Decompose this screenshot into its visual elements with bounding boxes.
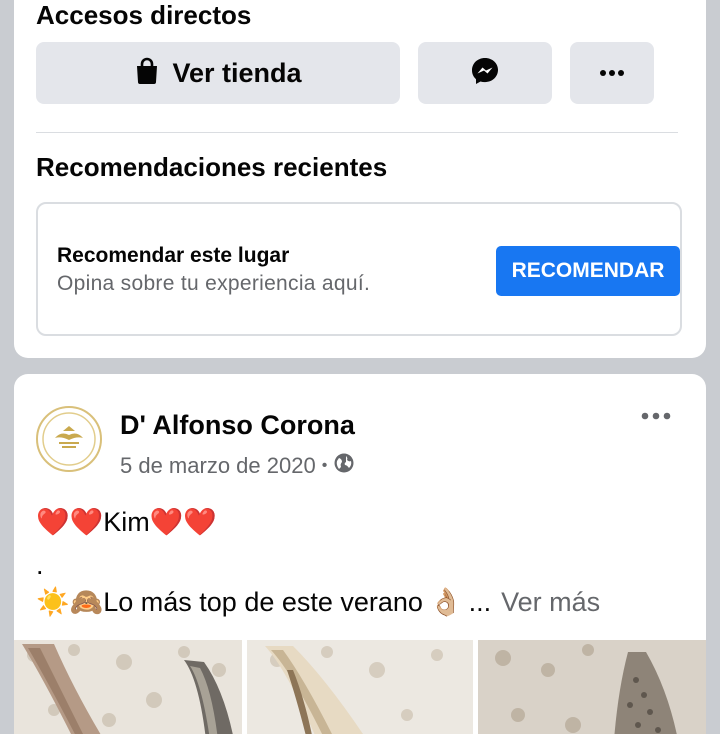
more-options-button[interactable] [570, 42, 654, 104]
shopping-bag-icon [134, 57, 160, 90]
post-text-line-1: ❤️ ❤️ Kim ❤️ ❤️ [36, 506, 217, 538]
recommend-prompt-box: Recomendar este lugar Opina sobre tu exp… [36, 202, 682, 336]
recommend-prompt-subtitle: Opina sobre tu experiencia aquí. [57, 272, 371, 295]
globe-icon [333, 452, 355, 480]
post-author[interactable]: D' Alfonso Corona [120, 410, 355, 441]
post-card: D' Alfonso Corona 5 de marzo de 2020 • ❤… [14, 374, 706, 734]
view-shop-label: Ver tienda [172, 57, 302, 88]
view-shop-button[interactable]: Ver tienda [36, 42, 400, 104]
avatar[interactable] [36, 406, 102, 472]
post-date[interactable]: 5 de marzo de 2020 [120, 453, 316, 479]
sun-emoji: ☀️ [36, 587, 70, 617]
recommend-button[interactable]: RECOMENDAR [496, 246, 680, 296]
page-info-card: Accesos directos Ver tienda Recomendacio… [14, 0, 706, 358]
hearts-emoji: ❤️ [149, 507, 184, 537]
messenger-icon [470, 56, 500, 91]
hearts-emoji: ❤️ [69, 507, 104, 537]
meta-separator: • [321, 457, 328, 474]
post-more-options-icon[interactable] [640, 408, 672, 426]
hearts-emoji: ❤️ [183, 507, 217, 537]
more-dots-icon [599, 64, 625, 82]
ok-hand-emoji: 👌🏼 [428, 587, 463, 617]
brand-logo [42, 412, 96, 466]
post-text-line-2: . [36, 550, 44, 580]
see-more-link[interactable]: Ver más [501, 587, 600, 618]
recommendations-title: Recomendaciones recientes [36, 152, 388, 182]
divider [36, 132, 678, 133]
ellipsis: ... [468, 586, 492, 617]
post-name-text: Kim [103, 506, 150, 537]
post-text-line-3: ☀️ 🙈 Lo más top de este verano 👌🏼 ... Ve… [36, 586, 600, 618]
shortcuts-title: Accesos directos [36, 0, 252, 30]
monkey-emoji: 🙈 [69, 587, 104, 617]
post-headline-text: Lo más top de este verano [103, 586, 423, 617]
recommend-prompt-title: Recomendar este lugar [57, 244, 290, 267]
hearts-emoji: ❤️ [36, 507, 70, 537]
post-meta: 5 de marzo de 2020 • [120, 452, 355, 480]
messenger-button[interactable] [418, 42, 552, 104]
